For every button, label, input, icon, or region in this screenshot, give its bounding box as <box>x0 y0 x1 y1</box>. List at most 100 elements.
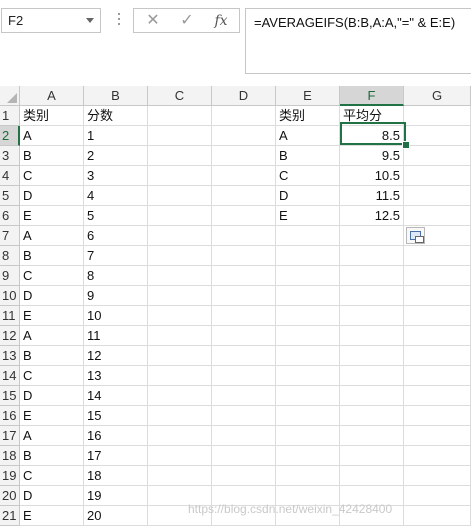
cell-a12[interactable]: A <box>20 326 84 346</box>
row-header-11[interactable]: 11 <box>0 306 20 326</box>
cell-e18[interactable] <box>276 446 340 466</box>
cell-b13[interactable]: 12 <box>84 346 148 366</box>
chevron-down-icon[interactable] <box>86 18 94 23</box>
cell-b5[interactable]: 4 <box>84 186 148 206</box>
cell-d4[interactable] <box>212 166 276 186</box>
cell-e3[interactable]: B <box>276 146 340 166</box>
cell-d1[interactable] <box>212 106 276 126</box>
cell-e19[interactable] <box>276 466 340 486</box>
cell-b12[interactable]: 11 <box>84 326 148 346</box>
cell-g3[interactable] <box>404 146 471 166</box>
cell-c14[interactable] <box>148 366 212 386</box>
cell-g12[interactable] <box>404 326 471 346</box>
cell-d15[interactable] <box>212 386 276 406</box>
row-header-6[interactable]: 6 <box>0 206 20 226</box>
column-header-c[interactable]: C <box>148 86 212 106</box>
cell-d2[interactable] <box>212 126 276 146</box>
column-header-b[interactable]: B <box>84 86 148 106</box>
cell-e7[interactable] <box>276 226 340 246</box>
cell-d8[interactable] <box>212 246 276 266</box>
cell-e1[interactable]: 类别 <box>276 106 340 126</box>
cell-d19[interactable] <box>212 466 276 486</box>
cell-a20[interactable]: D <box>20 486 84 506</box>
cell-g1[interactable] <box>404 106 471 126</box>
cell-e10[interactable] <box>276 286 340 306</box>
cell-a4[interactable]: C <box>20 166 84 186</box>
cell-a2[interactable]: A <box>20 126 84 146</box>
column-header-f[interactable]: F <box>340 86 404 106</box>
cell-c17[interactable] <box>148 426 212 446</box>
column-header-a[interactable]: A <box>20 86 84 106</box>
drag-handle-icon[interactable] <box>118 11 121 29</box>
cell-g5[interactable] <box>404 186 471 206</box>
cell-d14[interactable] <box>212 366 276 386</box>
row-header-8[interactable]: 8 <box>0 246 20 266</box>
cell-c10[interactable] <box>148 286 212 306</box>
cell-b16[interactable]: 15 <box>84 406 148 426</box>
cell-e11[interactable] <box>276 306 340 326</box>
cell-c16[interactable] <box>148 406 212 426</box>
cell-f19[interactable] <box>340 466 404 486</box>
cell-f3[interactable]: 9.5 <box>340 146 404 166</box>
check-icon[interactable]: ✓ <box>176 11 198 31</box>
cell-e14[interactable] <box>276 366 340 386</box>
select-all-button[interactable] <box>0 86 20 106</box>
cell-b19[interactable]: 18 <box>84 466 148 486</box>
cell-b9[interactable]: 8 <box>84 266 148 286</box>
insert-function-icon[interactable]: fx <box>210 11 232 31</box>
cell-f11[interactable] <box>340 306 404 326</box>
cell-c6[interactable] <box>148 206 212 226</box>
cell-f15[interactable] <box>340 386 404 406</box>
cell-e17[interactable] <box>276 426 340 446</box>
cell-b20[interactable]: 19 <box>84 486 148 506</box>
cell-d7[interactable] <box>212 226 276 246</box>
cell-a15[interactable]: D <box>20 386 84 406</box>
cell-a8[interactable]: B <box>20 246 84 266</box>
column-header-e[interactable]: E <box>276 86 340 106</box>
cell-e6[interactable]: E <box>276 206 340 226</box>
cell-b18[interactable]: 17 <box>84 446 148 466</box>
cell-f10[interactable] <box>340 286 404 306</box>
row-header-2[interactable]: 2 <box>0 126 20 146</box>
cell-c7[interactable] <box>148 226 212 246</box>
row-header-17[interactable]: 17 <box>0 426 20 446</box>
cell-d10[interactable] <box>212 286 276 306</box>
cell-f6[interactable]: 12.5 <box>340 206 404 226</box>
cell-g15[interactable] <box>404 386 471 406</box>
cell-a18[interactable]: B <box>20 446 84 466</box>
cell-b21[interactable]: 20 <box>84 506 148 526</box>
cell-g19[interactable] <box>404 466 471 486</box>
cell-a17[interactable]: A <box>20 426 84 446</box>
cell-c3[interactable] <box>148 146 212 166</box>
cell-a9[interactable]: C <box>20 266 84 286</box>
row-header-15[interactable]: 15 <box>0 386 20 406</box>
cell-a19[interactable]: C <box>20 466 84 486</box>
cell-a1[interactable]: 类别 <box>20 106 84 126</box>
cell-a10[interactable]: D <box>20 286 84 306</box>
cell-e9[interactable] <box>276 266 340 286</box>
row-header-5[interactable]: 5 <box>0 186 20 206</box>
cell-c9[interactable] <box>148 266 212 286</box>
cell-g9[interactable] <box>404 266 471 286</box>
cell-b6[interactable]: 5 <box>84 206 148 226</box>
row-header-3[interactable]: 3 <box>0 146 20 166</box>
cell-g14[interactable] <box>404 366 471 386</box>
cell-f4[interactable]: 10.5 <box>340 166 404 186</box>
cell-g10[interactable] <box>404 286 471 306</box>
cell-d12[interactable] <box>212 326 276 346</box>
cell-a11[interactable]: E <box>20 306 84 326</box>
row-header-4[interactable]: 4 <box>0 166 20 186</box>
cell-c15[interactable] <box>148 386 212 406</box>
cell-a14[interactable]: C <box>20 366 84 386</box>
cell-f14[interactable] <box>340 366 404 386</box>
cell-d18[interactable] <box>212 446 276 466</box>
cell-b3[interactable]: 2 <box>84 146 148 166</box>
row-header-19[interactable]: 19 <box>0 466 20 486</box>
cell-b2[interactable]: 1 <box>84 126 148 146</box>
column-header-g[interactable]: G <box>404 86 471 106</box>
row-header-14[interactable]: 14 <box>0 366 20 386</box>
cell-e16[interactable] <box>276 406 340 426</box>
quick-analysis-icon[interactable] <box>406 227 425 244</box>
cell-f18[interactable] <box>340 446 404 466</box>
cell-c5[interactable] <box>148 186 212 206</box>
